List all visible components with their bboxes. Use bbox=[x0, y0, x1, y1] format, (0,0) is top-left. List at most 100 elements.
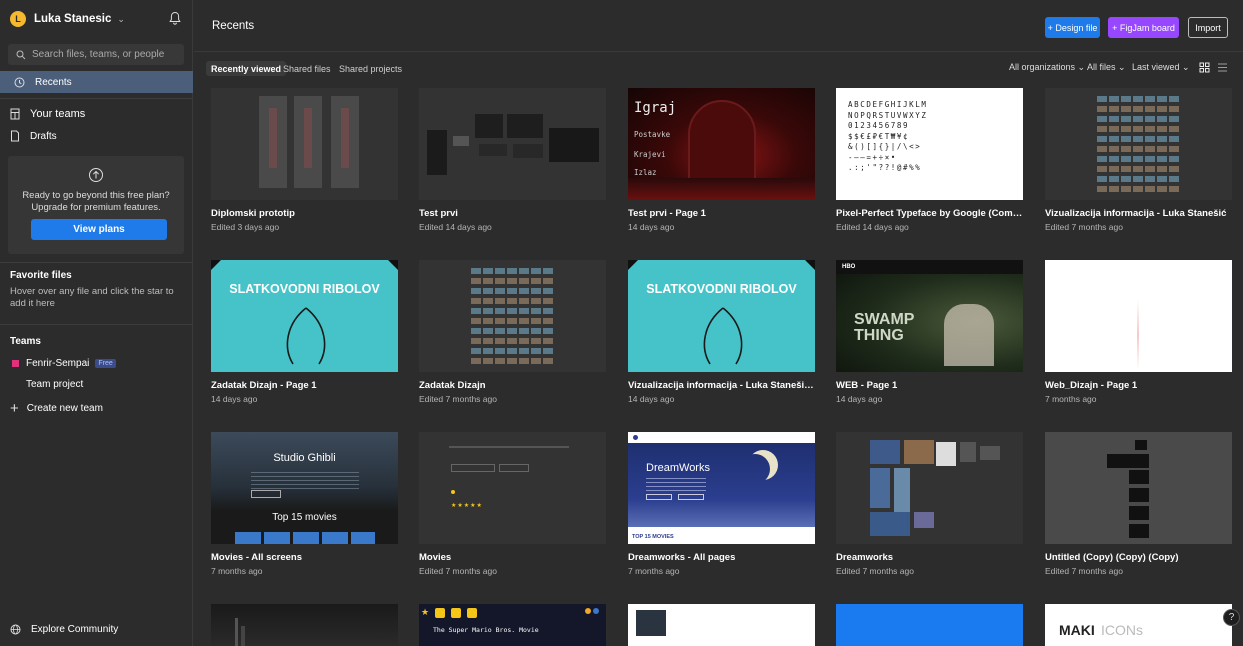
file-edited-date: Edited 7 months ago bbox=[1045, 222, 1123, 232]
file-card[interactable]: DreamWorks TOP 15 MOVIES Dreamworks - Al… bbox=[628, 432, 815, 576]
thumb-subheading: ICONs bbox=[1101, 622, 1143, 638]
file-thumbnail bbox=[836, 604, 1023, 646]
thumb-heading: DreamWorks bbox=[646, 462, 710, 474]
file-edited-date: 14 days ago bbox=[836, 394, 883, 404]
file-edited-date: Edited 14 days ago bbox=[836, 222, 909, 232]
file-card[interactable]: Igraj Postavke Krajevi Izlaz Test prvi -… bbox=[628, 88, 815, 232]
file-card[interactable]: Diplomski prototip Edited 3 days ago bbox=[211, 88, 398, 232]
organization-filter[interactable]: All organizations ⌄ bbox=[1009, 62, 1085, 73]
create-new-team-button[interactable]: + Create new team bbox=[10, 400, 103, 417]
file-thumbnail: DreamWorks TOP 15 MOVIES bbox=[628, 432, 815, 544]
sidebar-item-label: Drafts bbox=[30, 130, 57, 142]
file-edited-date: Edited 7 months ago bbox=[836, 566, 914, 576]
list-view-icon[interactable] bbox=[1217, 62, 1228, 73]
file-card[interactable] bbox=[628, 604, 815, 646]
fish-hook-shape bbox=[286, 307, 326, 365]
file-card[interactable]: ABCDEFGHIJKLM NOPQRSTUVWXYZ 0123456789 $… bbox=[836, 88, 1023, 232]
file-card[interactable]: SLATKOVODNI RIBOLOV Zadatak Dizajn - Pag… bbox=[211, 260, 398, 404]
file-edited-date: 14 days ago bbox=[211, 394, 258, 404]
explore-label: Explore Community bbox=[31, 624, 119, 635]
font-glyph-row: NOPQRSTUVWXYZ bbox=[848, 110, 928, 120]
thumb-subheading: TOP 15 MOVIES bbox=[632, 534, 674, 540]
file-card[interactable]: MAKI ICONs bbox=[1045, 604, 1232, 646]
thumb-heading: SWAMP THING bbox=[854, 311, 915, 344]
file-edited-date: Edited 7 months ago bbox=[419, 394, 497, 404]
account-switcher[interactable]: L Luka Stanesic ⌄ bbox=[10, 8, 185, 30]
file-thumbnail: SLATKOVODNI RIBOLOV bbox=[211, 260, 398, 372]
file-name: Zadatak Dizajn - Page 1 bbox=[211, 380, 317, 391]
search-icon bbox=[16, 50, 26, 59]
team-name: Fenrir-Sempai bbox=[26, 358, 90, 369]
thumb-heading: SLATKOVODNI RIBOLOV bbox=[229, 282, 380, 296]
team-project-item[interactable]: Team project bbox=[26, 379, 83, 390]
team-color-swatch bbox=[12, 360, 19, 367]
file-thumbnail bbox=[628, 604, 815, 646]
menu-option: Krajevi bbox=[634, 150, 666, 159]
favorite-files-title: Favorite files bbox=[10, 270, 72, 281]
import-button[interactable]: Import bbox=[1188, 17, 1228, 38]
teams-icon bbox=[10, 108, 20, 120]
sidebar-item-label: Your teams bbox=[30, 108, 86, 120]
thumb-heading: Studio Ghibli bbox=[273, 452, 336, 464]
divider bbox=[0, 324, 193, 325]
thumb-heading: The Super Mario Bros. Movie bbox=[433, 626, 539, 634]
file-card[interactable]: Dreamworks Edited 7 months ago bbox=[836, 432, 1023, 576]
chevron-down-icon: ⌄ bbox=[117, 13, 125, 24]
file-name: WEB - Page 1 bbox=[836, 380, 898, 391]
file-type-filter[interactable]: All files ⌄ bbox=[1087, 62, 1126, 73]
tab-shared-projects[interactable]: Shared projects bbox=[334, 61, 407, 76]
team-item-fenrir-sempai[interactable]: Fenrir-Sempai Free bbox=[10, 358, 116, 369]
file-thumbnail: ★★★★★ bbox=[419, 432, 606, 544]
font-glyph-row: -–—=+÷×• bbox=[848, 152, 897, 162]
file-card[interactable]: Untitled (Copy) (Copy) (Copy) Edited 7 m… bbox=[1045, 432, 1232, 576]
file-card[interactable]: Test prvi Edited 14 days ago bbox=[419, 88, 606, 232]
file-thumbnail: MAKI ICONs bbox=[1045, 604, 1232, 646]
sidebar-item-recents[interactable]: Recents bbox=[0, 71, 193, 93]
file-card[interactable] bbox=[836, 604, 1023, 646]
file-card[interactable] bbox=[211, 604, 398, 646]
file-card[interactable]: HBO SWAMP THING WEB - Page 1 14 days ago bbox=[836, 260, 1023, 404]
file-name: Zadatak Dizajn bbox=[419, 380, 486, 391]
new-design-file-button[interactable]: + Design file bbox=[1045, 17, 1100, 38]
file-name: Vizualizacija informacija - Luka Staneši… bbox=[628, 380, 815, 391]
tab-shared-files[interactable]: Shared files bbox=[278, 61, 336, 76]
sidebar: L Luka Stanesic ⌄ Search files, teams, o… bbox=[0, 0, 193, 646]
file-card[interactable]: Studio Ghibli Top 15 movies Movies - All… bbox=[211, 432, 398, 576]
file-thumbnail: SLATKOVODNI RIBOLOV bbox=[628, 260, 815, 372]
sidebar-item-label: Recents bbox=[35, 76, 72, 88]
file-thumbnail: Studio Ghibli Top 15 movies bbox=[211, 432, 398, 544]
file-card[interactable]: Zadatak Dizajn Edited 7 months ago bbox=[419, 260, 606, 404]
file-thumbnail: HBO SWAMP THING bbox=[836, 260, 1023, 372]
file-card[interactable]: ★ The Super Mario Bros. Movie bbox=[419, 604, 606, 646]
explore-community-link[interactable]: Explore Community bbox=[10, 624, 118, 635]
thumb-subheading: Top 15 movies bbox=[272, 512, 337, 523]
file-name: Test prvi - Page 1 bbox=[628, 208, 706, 219]
tab-recently-viewed[interactable]: Recently viewed bbox=[206, 61, 287, 76]
menu-option: Izlaz bbox=[634, 168, 657, 177]
sidebar-item-your-teams[interactable]: Your teams bbox=[10, 108, 85, 120]
search-input[interactable]: Search files, teams, or people bbox=[8, 44, 184, 65]
file-card[interactable]: SLATKOVODNI RIBOLOV Vizualizacija inform… bbox=[628, 260, 815, 404]
top-bar: Recents + Design file + FigJam board Imp… bbox=[194, 0, 1243, 52]
grid-view-icon[interactable] bbox=[1199, 62, 1210, 73]
avatar: L bbox=[10, 11, 26, 27]
help-button[interactable]: ? bbox=[1223, 609, 1240, 626]
file-thumbnail: Igraj Postavke Krajevi Izlaz bbox=[628, 88, 815, 200]
new-figjam-board-button[interactable]: + FigJam board bbox=[1108, 17, 1179, 38]
file-card[interactable]: Vizualizacija informacija - Luka Staneši… bbox=[1045, 88, 1232, 232]
file-thumbnail bbox=[1045, 260, 1232, 372]
file-name: Movies - All screens bbox=[211, 552, 302, 563]
thumb-heading: MAKI bbox=[1059, 622, 1095, 638]
file-card[interactable]: Web_Dizajn - Page 1 7 months ago bbox=[1045, 260, 1232, 404]
bell-icon[interactable] bbox=[169, 11, 181, 25]
file-card[interactable]: ★★★★★ Movies Edited 7 months ago bbox=[419, 432, 606, 576]
font-glyph-row: 0123456789 bbox=[848, 121, 910, 130]
sort-dropdown[interactable]: Last viewed ⌄ bbox=[1132, 62, 1190, 73]
file-thumbnail: ABCDEFGHIJKLM NOPQRSTUVWXYZ 0123456789 $… bbox=[836, 88, 1023, 200]
view-plans-button[interactable]: View plans bbox=[31, 219, 167, 240]
file-name: Pixel-Perfect Typeface by Google (Comm..… bbox=[836, 208, 1023, 219]
sidebar-item-drafts[interactable]: Drafts bbox=[10, 130, 57, 142]
page-title: Recents bbox=[212, 20, 255, 32]
file-name: Vizualizacija informacija - Luka Staneši… bbox=[1045, 208, 1227, 219]
search-placeholder: Search files, teams, or people bbox=[32, 49, 165, 60]
